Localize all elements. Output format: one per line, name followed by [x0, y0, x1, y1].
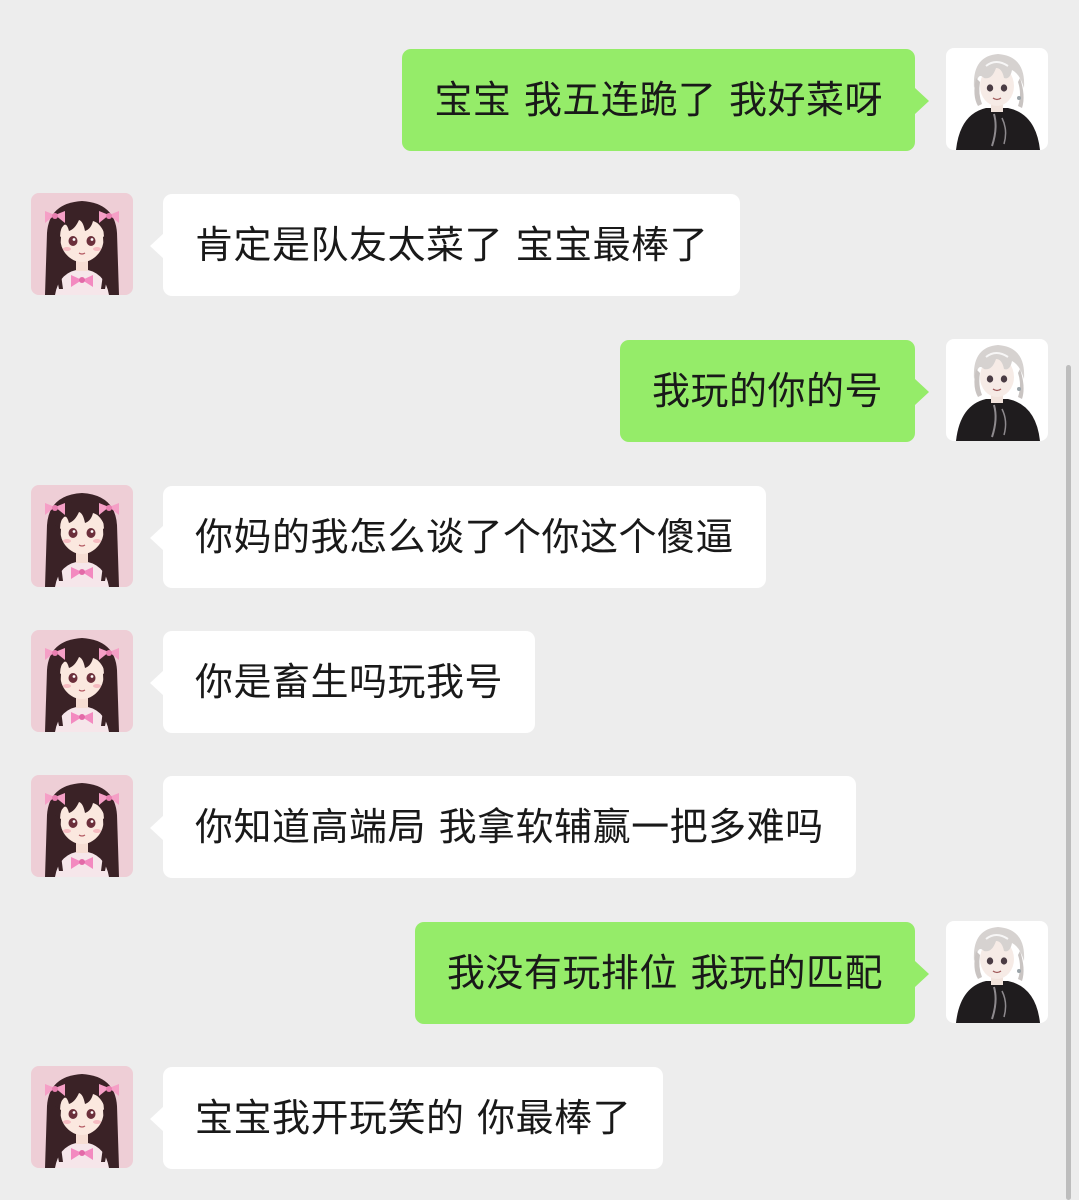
white-haired-boy-avatar-icon[interactable]: [946, 339, 1048, 441]
bubble-tail: [150, 815, 164, 841]
message-row-sent: 我玩的你的号: [0, 339, 1079, 443]
bubble-tail: [150, 670, 164, 696]
received-message-bubble[interactable]: 你妈的我怎么谈了个你这个傻逼: [163, 486, 767, 588]
message-row-received: 你知道高端局 我拿软辅赢一把多难吗: [0, 775, 1079, 879]
bubble-tail: [915, 379, 929, 405]
dark-haired-girl-avatar-icon[interactable]: [31, 1066, 133, 1168]
dark-haired-girl-avatar-icon[interactable]: [31, 630, 133, 732]
received-message-bubble[interactable]: 肯定是队友太菜了 宝宝最棒了: [163, 194, 741, 296]
bubble-tail: [150, 525, 164, 551]
white-haired-boy-avatar-icon[interactable]: [946, 48, 1048, 150]
received-message-bubble[interactable]: 你是畜生吗玩我号: [163, 631, 536, 733]
message-row-received: 宝宝我开玩笑的 你最棒了: [0, 1066, 1079, 1170]
bubble-tail: [150, 1106, 164, 1132]
dark-haired-girl-avatar-icon[interactable]: [31, 775, 133, 877]
message-row-sent: 我没有玩排位 我玩的匹配: [0, 921, 1079, 1025]
message-row-received: 肯定是队友太菜了 宝宝最棒了: [0, 193, 1079, 297]
scrollbar[interactable]: [1066, 365, 1071, 1200]
received-message-bubble[interactable]: 宝宝我开玩笑的 你最棒了: [163, 1067, 664, 1169]
chat-message-list[interactable]: 宝宝 我五连跪了 我好菜呀 肯定是队友太菜了 宝宝最棒了 我玩的你的号 你妈的我…: [0, 0, 1079, 1200]
sent-message-bubble[interactable]: 我没有玩排位 我玩的匹配: [414, 922, 915, 1024]
sent-message-bubble[interactable]: 宝宝 我五连跪了 我好菜呀: [402, 49, 915, 151]
bubble-tail: [915, 88, 929, 114]
white-haired-boy-avatar-icon[interactable]: [946, 921, 1048, 1023]
bubble-tail: [150, 233, 164, 259]
received-message-bubble[interactable]: 你知道高端局 我拿软辅赢一把多难吗: [163, 776, 856, 878]
message-row-received: 你妈的我怎么谈了个你这个傻逼: [0, 485, 1079, 589]
message-row-received: 你是畜生吗玩我号: [0, 630, 1079, 734]
dark-haired-girl-avatar-icon[interactable]: [31, 485, 133, 587]
message-row-sent: 宝宝 我五连跪了 我好菜呀: [0, 48, 1079, 152]
bubble-tail: [915, 961, 929, 987]
dark-haired-girl-avatar-icon[interactable]: [31, 193, 133, 295]
sent-message-bubble[interactable]: 我玩的你的号: [619, 340, 915, 442]
